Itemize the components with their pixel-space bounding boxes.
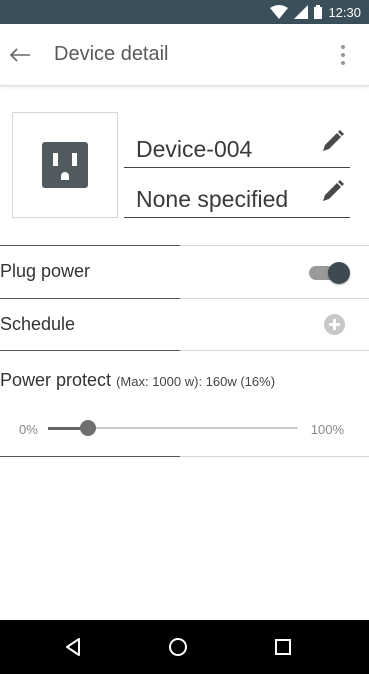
device-description-field: None specified: [124, 174, 350, 218]
pencil-icon: [323, 180, 344, 201]
device-name: Device-004: [136, 136, 253, 162]
status-bar: 12:30: [0, 0, 369, 24]
device-header: Device-004 None specified: [0, 86, 369, 246]
nav-back-button[interactable]: [62, 635, 86, 659]
app-bar: Device detail: [0, 24, 369, 86]
plug-power-row: Plug power: [0, 246, 369, 298]
schedule-label: Schedule: [0, 314, 76, 334]
device-name-field: Device-004: [124, 124, 350, 168]
back-button[interactable]: [0, 35, 40, 75]
plug-power-label: Plug power: [0, 261, 91, 281]
divider: [0, 456, 369, 457]
power-protect-title: Power protect: [0, 370, 112, 390]
power-protect-slider: 0% 100%: [0, 414, 369, 444]
slider-max-label: 100%: [310, 422, 344, 437]
status-time: 12:30: [328, 4, 361, 20]
add-schedule-icon[interactable]: [324, 314, 345, 335]
power-protect-meta: (Max: 1000 w): 160w (16%): [116, 374, 276, 389]
pencil-icon: [323, 130, 344, 151]
slider-track[interactable]: [48, 420, 298, 436]
slider-thumb[interactable]: [80, 420, 96, 436]
wifi-icon: [270, 5, 289, 19]
edit-name-button[interactable]: [318, 128, 346, 156]
plug-power-toggle[interactable]: [309, 262, 350, 284]
signal-icon: [294, 5, 309, 19]
battery-icon: [314, 5, 323, 19]
more-options-button[interactable]: [331, 42, 355, 68]
triangle-back-icon: [66, 638, 80, 656]
circle-home-icon: [169, 638, 187, 656]
edit-description-button[interactable]: [318, 178, 346, 206]
nav-home-button[interactable]: [166, 635, 190, 659]
arrow-left-icon: [9, 47, 30, 62]
device-image: [12, 112, 118, 218]
square-recents-icon: [275, 639, 291, 655]
nav-recents-button[interactable]: [271, 635, 295, 659]
navigation-bar: [0, 620, 369, 674]
device-description: None specified: [136, 186, 289, 212]
more-vert-icon: [341, 45, 345, 49]
schedule-row[interactable]: Schedule: [0, 299, 369, 351]
slider-min-label: 0%: [19, 422, 38, 437]
divider: [0, 350, 369, 351]
page-title: Device detail: [54, 43, 169, 65]
power-protect-heading: Power protect (Max: 1000 w): 160w (16%): [0, 370, 275, 391]
power-outlet-icon: [42, 142, 88, 188]
